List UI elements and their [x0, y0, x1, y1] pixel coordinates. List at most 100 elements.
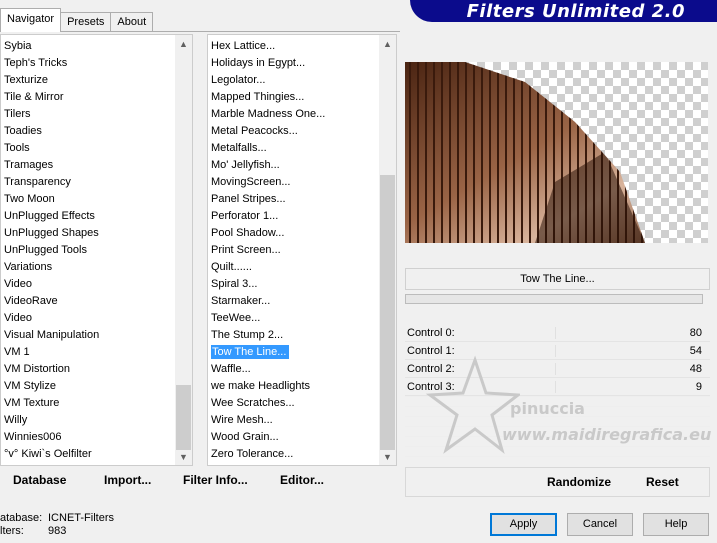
control-0-slider[interactable]: Control 0: 80	[405, 324, 710, 342]
category-list-item[interactable]: Tile & Mirror	[1, 89, 175, 106]
controls-panel: Control 0: 80 Control 1: 54 Control 2: 4…	[405, 324, 710, 396]
category-list-item[interactable]: °v° Kiwi`s Oelfilter	[1, 446, 175, 463]
category-list-item[interactable]: Video	[1, 310, 175, 327]
preview-stripe	[449, 62, 451, 243]
tab-about[interactable]: About	[110, 12, 154, 32]
filter-list-item[interactable]: The Stump 2...	[208, 327, 379, 344]
filter-list-item[interactable]: Starmaker...	[208, 293, 379, 310]
filter-info-button[interactable]: Filter Info...	[183, 473, 248, 487]
filter-list-item[interactable]: Spiral 3...	[208, 276, 379, 293]
filter-list-item[interactable]: Waffle...	[208, 361, 379, 378]
filter-item-label: Perforator 1...	[211, 210, 279, 222]
database-value: ICNET-Filters	[48, 512, 114, 524]
category-list-item[interactable]: Teph's Tricks	[1, 55, 175, 72]
category-scroll-thumb[interactable]	[176, 385, 191, 450]
filter-items: Hex Lattice... Holidays in Egypt... Legola…	[208, 38, 379, 463]
filter-list-item[interactable]: Wood Grain...	[208, 429, 379, 446]
control-3-slider[interactable]: Control 3: 9	[405, 378, 710, 396]
preview-effect	[405, 62, 645, 243]
category-list-item[interactable]: UnPlugged Shapes	[1, 225, 175, 242]
database-button[interactable]: Database	[13, 473, 66, 487]
filter-list-item[interactable]: Tow The Line...	[208, 344, 379, 361]
control-1-slider[interactable]: Control 1: 54	[405, 342, 710, 360]
category-items: Sybia Teph's Tricks Texturize Tile & Mirror…	[1, 38, 175, 463]
category-list-item[interactable]: Tramages	[1, 157, 175, 174]
scroll-down-icon[interactable]: ▼	[379, 448, 396, 465]
category-list-item[interactable]: Visual Manipulation	[1, 327, 175, 344]
slider-tick	[555, 345, 556, 357]
filter-list-item[interactable]: Legolator...	[208, 72, 379, 89]
preview-stripe	[465, 62, 467, 243]
category-list-item[interactable]: Sybia	[1, 38, 175, 55]
filter-list-item[interactable]: Wee Scratches...	[208, 395, 379, 412]
control-value: 9	[695, 380, 702, 393]
category-list-item[interactable]: VM Distortion	[1, 361, 175, 378]
reset-button[interactable]: Reset	[646, 475, 679, 489]
filter-list-item[interactable]: Metalfalls...	[208, 140, 379, 157]
category-list-item[interactable]: Willy	[1, 412, 175, 429]
category-list-item[interactable]: Winnies006	[1, 429, 175, 446]
slider-tick	[555, 327, 556, 339]
filter-list-item[interactable]: Mo' Jellyfish...	[208, 157, 379, 174]
filter-scroll-thumb[interactable]	[380, 175, 395, 450]
filter-list-item[interactable]: Marble Madness One...	[208, 106, 379, 123]
category-list-item[interactable]: UnPlugged Tools	[1, 242, 175, 259]
category-list-item[interactable]: Tilers	[1, 106, 175, 123]
category-item-label: Willy	[4, 414, 28, 426]
filter-list-item[interactable]: we make Headlights	[208, 378, 379, 395]
help-button[interactable]: Help	[643, 513, 709, 536]
category-list-item[interactable]: Texturize	[1, 72, 175, 89]
category-list[interactable]: Sybia Teph's Tricks Texturize Tile & Mirror…	[0, 34, 193, 466]
scroll-up-icon[interactable]: ▲	[175, 35, 192, 52]
scroll-up-icon[interactable]: ▲	[379, 35, 396, 52]
filter-item-label: Wee Scratches...	[211, 397, 295, 409]
filter-list-item[interactable]: TeeWee...	[208, 310, 379, 327]
category-list-item[interactable]: Video	[1, 276, 175, 293]
editor-button[interactable]: Editor...	[280, 473, 324, 487]
category-list-item[interactable]: Tools	[1, 140, 175, 157]
cancel-button[interactable]: Cancel	[567, 513, 633, 536]
category-item-label: Teph's Tricks	[4, 57, 68, 69]
filter-item-label: Starmaker...	[211, 295, 271, 307]
filter-list-item[interactable]: Holidays in Egypt...	[208, 55, 379, 72]
selected-filter-name: Tow The Line...	[405, 268, 710, 290]
category-list-item[interactable]: VM Stylize	[1, 378, 175, 395]
filter-item-label: TeeWee...	[211, 312, 261, 324]
category-list-item[interactable]: VideoRave	[1, 293, 175, 310]
category-item-label: Two Moon	[4, 193, 55, 205]
filter-list-item[interactable]: Panel Stripes...	[208, 191, 379, 208]
randomize-button[interactable]: Randomize	[547, 475, 611, 489]
category-list-item[interactable]: VM 1	[1, 344, 175, 361]
preview-stripe	[457, 62, 459, 243]
tab-navigator[interactable]: Navigator	[0, 8, 62, 32]
filter-list-item[interactable]: Wire Mesh...	[208, 412, 379, 429]
filter-scrollbar[interactable]: ▲ ▼	[379, 35, 396, 465]
category-list-item[interactable]: VM Texture	[1, 395, 175, 412]
filter-list-item[interactable]: Mapped Thingies...	[208, 89, 379, 106]
import-button[interactable]: Import...	[104, 473, 151, 487]
filter-list-item[interactable]: Metal Peacocks...	[208, 123, 379, 140]
filter-list-item[interactable]: Perforator 1...	[208, 208, 379, 225]
category-list-item[interactable]: Toadies	[1, 123, 175, 140]
preview-stripe	[497, 62, 499, 243]
category-list-item[interactable]: Variations	[1, 259, 175, 276]
category-list-item[interactable]: Transparency	[1, 174, 175, 191]
category-item-label: UnPlugged Tools	[4, 244, 87, 256]
preview-stripe	[489, 62, 491, 243]
apply-button[interactable]: Apply	[490, 513, 557, 536]
filter-list-item[interactable]: Quilt......	[208, 259, 379, 276]
control-2-slider[interactable]: Control 2: 48	[405, 360, 710, 378]
control-label: Control 0:	[407, 326, 455, 339]
filter-list-item[interactable]: Hex Lattice...	[208, 38, 379, 55]
filter-list-item[interactable]: Pool Shadow...	[208, 225, 379, 242]
category-list-item[interactable]: UnPlugged Effects	[1, 208, 175, 225]
scroll-down-icon[interactable]: ▼	[175, 448, 192, 465]
category-item-label: UnPlugged Shapes	[4, 227, 99, 239]
category-list-item[interactable]: Two Moon	[1, 191, 175, 208]
filter-list-item[interactable]: Zero Tolerance...	[208, 446, 379, 463]
tab-presets[interactable]: Presets	[60, 12, 112, 32]
category-scrollbar[interactable]: ▲ ▼	[175, 35, 192, 465]
filter-list-item[interactable]: MovingScreen...	[208, 174, 379, 191]
filter-list-item[interactable]: Print Screen...	[208, 242, 379, 259]
filter-list[interactable]: Hex Lattice... Holidays in Egypt... Legola…	[207, 34, 397, 466]
